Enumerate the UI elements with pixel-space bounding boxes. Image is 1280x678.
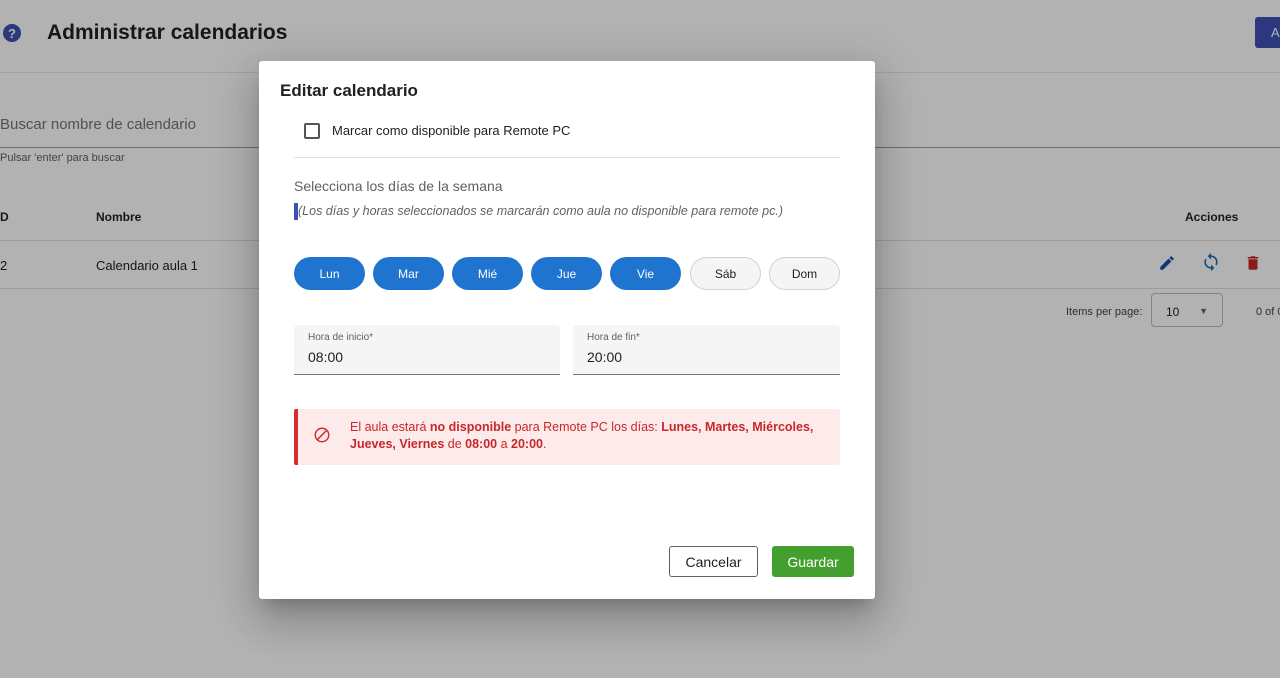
weekday-selector: Lun Mar Mié Jue Vie Sáb Dom [294,257,841,290]
days-note: (Los días y horas seleccionados se marca… [294,203,783,220]
unavailable-alert: El aula estará no disponible para Remote… [294,409,840,465]
day-toggle-lun[interactable]: Lun [294,257,365,290]
end-time-value[interactable]: 20:00 [587,349,622,365]
dialog-divider [294,157,840,158]
alert-message: El aula estará no disponible para Remote… [350,420,814,451]
end-time-field[interactable]: Hora de fin* 20:00 [573,325,840,375]
day-toggle-mie[interactable]: Mié [452,257,523,290]
day-toggle-jue[interactable]: Jue [531,257,602,290]
days-label: Selecciona los días de la semana [294,178,503,194]
block-icon [313,426,331,444]
start-time-label: Hora de inicio* [308,332,374,343]
checkbox-label[interactable]: Marcar como disponible para Remote PC [332,123,570,138]
edit-calendar-dialog: Editar calendario Marcar como disponible… [259,61,875,599]
cancel-button[interactable]: Cancelar [669,546,758,577]
day-toggle-vie[interactable]: Vie [610,257,681,290]
dialog-title: Editar calendario [280,81,418,100]
start-time-value[interactable]: 08:00 [308,349,343,365]
remote-pc-available-checkbox[interactable] [304,123,320,139]
day-toggle-mar[interactable]: Mar [373,257,444,290]
day-toggle-dom[interactable]: Dom [769,257,840,290]
save-button[interactable]: Guardar [772,546,854,577]
day-toggle-sab[interactable]: Sáb [690,257,761,290]
end-time-label: Hora de fin* [587,332,640,343]
start-time-field[interactable]: Hora de inicio* 08:00 [294,325,560,375]
